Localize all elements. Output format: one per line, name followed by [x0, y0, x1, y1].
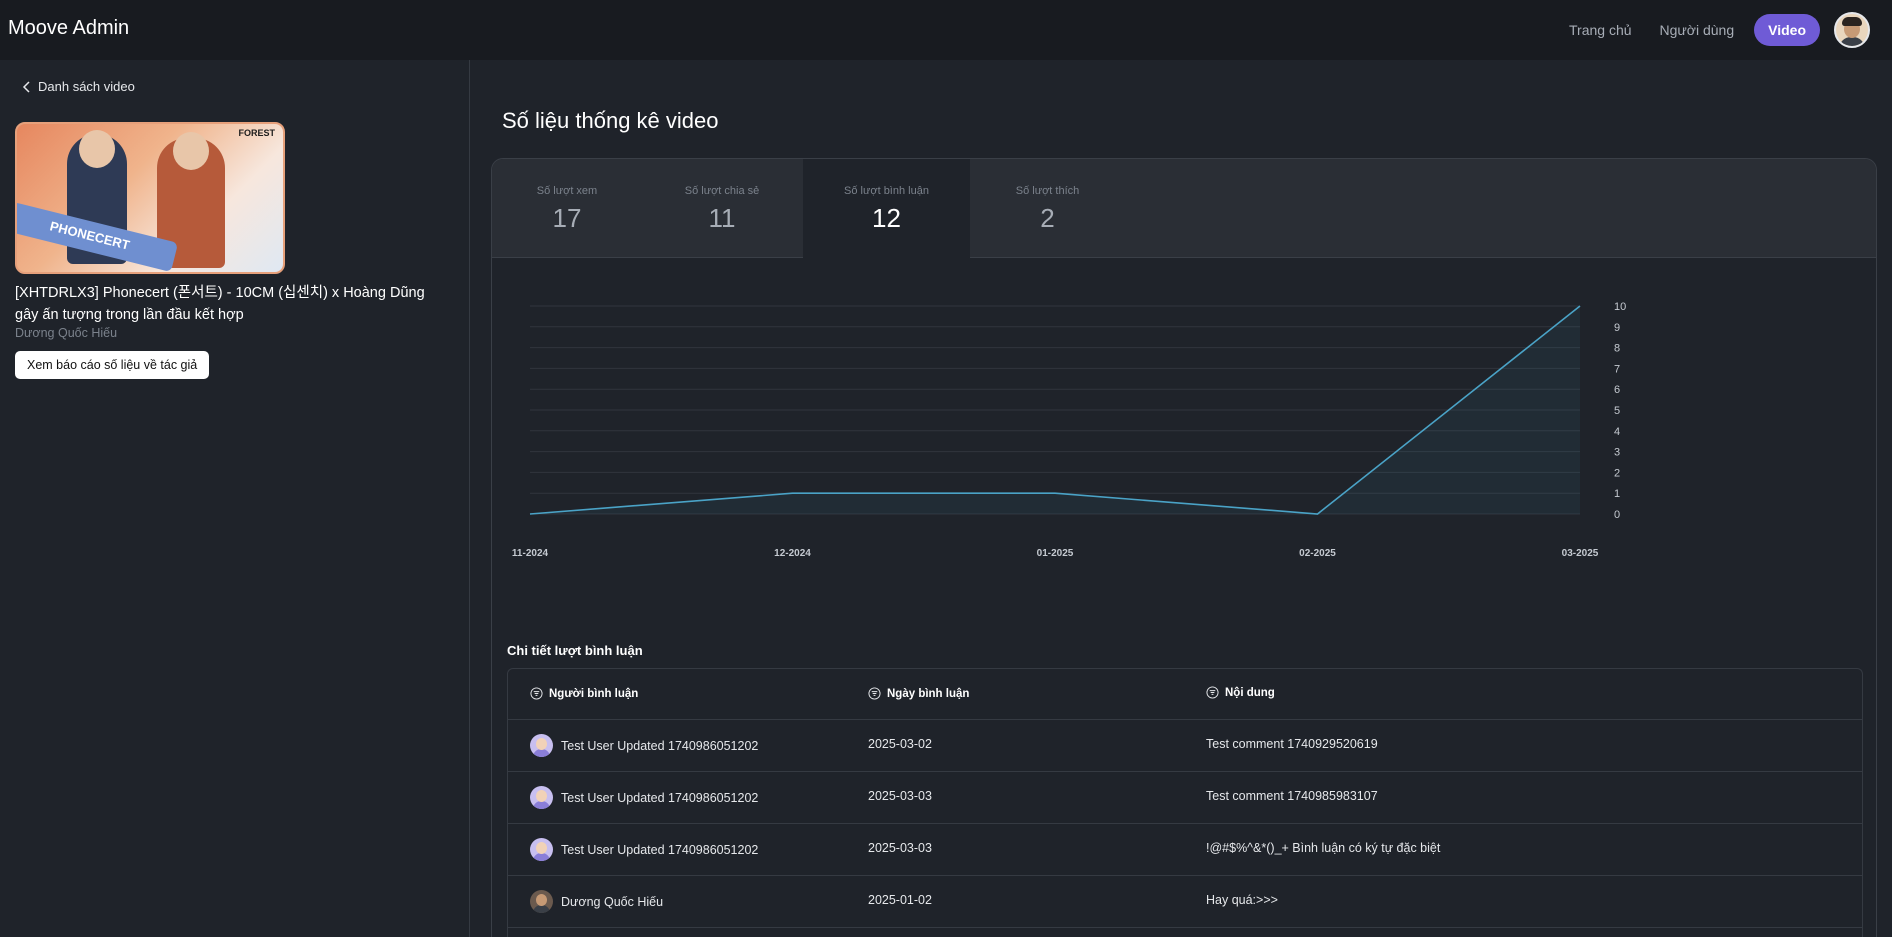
tab-views-label: Số lượt xem [536, 185, 598, 197]
stats-card: Số lượt xem 17 Số lượt chia sẻ 11 Số lượ… [491, 158, 1877, 937]
author-report-button[interactable]: Xem báo cáo số liệu về tác giả [15, 351, 210, 379]
y-tick-label: 4 [1614, 426, 1620, 438]
col-commenter-label: Người bình luận [549, 687, 639, 700]
comment-content: !@#$%^&*()_+ Bình luận có ký tự đặc biệt [1206, 841, 1441, 855]
table-row[interactable] [508, 928, 1862, 937]
commenter-name: Test User Updated 1740986051202 [561, 738, 759, 753]
y-tick-label: 3 [1614, 447, 1620, 459]
stats-tabs: Số lượt xem 17 Số lượt chia sẻ 11 Số lượ… [492, 159, 1876, 258]
commenter-cell: Test User Updated 1740986051202 [530, 838, 758, 861]
comment-date: 2025-03-03 [868, 841, 932, 855]
chevron-left-icon [22, 80, 30, 93]
video-author: Dương Quốc Hiếu [15, 326, 118, 340]
filter-icon[interactable] [868, 687, 881, 700]
nav-home[interactable]: Trang chủ [1555, 14, 1646, 46]
nav-video[interactable]: Video [1754, 14, 1820, 46]
tab-shares-label: Số lượt chia sẻ [684, 185, 760, 197]
tab-comments-value: 12 [872, 203, 901, 233]
tab-comments-label: Số lượt bình luận [844, 185, 929, 197]
back-to-video-list[interactable]: Danh sách video [22, 79, 135, 94]
commenter-name: Test User Updated 1740986051202 [561, 790, 759, 805]
top-nav: Trang chủ Người dùng Video [1555, 12, 1870, 48]
col-date[interactable]: Ngày bình luận [868, 687, 969, 700]
commenter-avatar [530, 890, 553, 913]
tab-likes-label: Số lượt thích [1015, 185, 1080, 197]
comment-content: Hay quá:>>> [1206, 893, 1278, 907]
x-tick-label: 01-2025 [1037, 548, 1074, 559]
tab-likes[interactable]: Số lượt thích 2 [970, 159, 1125, 258]
comments-chart: 0 1 2 3 4 5 6 7 8 9 10 11-2024 12-2024 01-2025 02-2025… [512, 301, 1626, 559]
tab-shares[interactable]: Số lượt chia sẻ 11 [642, 159, 802, 258]
comment-content: Test comment 1740929520619 [1206, 737, 1378, 751]
tab-views-value: 17 [552, 203, 582, 233]
table-header: Người bình luận Ngày bình luận Nội dung [508, 669, 1862, 720]
page-title: Số liệu thống kê video [502, 108, 719, 133]
sidebar: Danh sách video PHONECERT FOREST [XHTDRL… [0, 60, 469, 937]
user-avatar[interactable] [1834, 12, 1870, 48]
table-row[interactable]: Test User Updated 1740986051202 2025-03-… [508, 824, 1862, 876]
top-header: Moove Admin Trang chủ Người dùng Video [0, 0, 1892, 60]
comment-content: Test comment 1740985983107 [1206, 789, 1378, 803]
col-commenter[interactable]: Người bình luận [530, 687, 638, 700]
tab-shares-value: 11 [708, 203, 736, 233]
y-tick-label: 7 [1614, 363, 1620, 375]
table-row[interactable]: Test User Updated 1740986051202 2025-03-… [508, 772, 1862, 824]
commenter-cell: Test User Updated 1740986051202 [530, 734, 758, 757]
comment-date: 2025-03-02 [868, 737, 932, 751]
sidebar-divider [469, 60, 470, 937]
table-row[interactable]: Dương Quốc Hiếu 2025-01-02 Hay quá:>>> [508, 876, 1862, 928]
back-link-label: Danh sách video [38, 79, 135, 94]
commenter-name: Test User Updated 1740986051202 [561, 842, 759, 857]
x-tick-label: 03-2025 [1562, 548, 1599, 559]
y-tick-label: 5 [1614, 405, 1620, 417]
y-tick-label: 1 [1614, 488, 1620, 500]
y-tick-label: 2 [1614, 467, 1620, 479]
filter-icon[interactable] [1206, 686, 1219, 699]
y-tick-label: 6 [1614, 384, 1620, 396]
commenter-avatar [530, 734, 553, 757]
commenter-avatar [530, 786, 553, 809]
comment-date: 2025-01-02 [868, 893, 932, 907]
video-thumbnail[interactable]: PHONECERT FOREST [15, 122, 285, 274]
col-content[interactable]: Nội dung [1206, 686, 1275, 699]
y-tick-label: 9 [1614, 322, 1620, 334]
video-title: [XHTDRLX3] Phonecert (폰서트) - 10CM (십센치) … [15, 285, 425, 323]
col-date-label: Ngày bình luận [887, 687, 970, 700]
tab-views[interactable]: Số lượt xem 17 [492, 159, 642, 258]
y-tick-label: 0 [1614, 509, 1620, 521]
commenter-name: Dương Quốc Hiếu [561, 894, 664, 909]
commenter-avatar [530, 838, 553, 861]
commenter-cell: Dương Quốc Hiếu [530, 890, 663, 913]
x-tick-label: 02-2025 [1299, 548, 1336, 559]
commenter-cell: Test User Updated 1740986051202 [530, 786, 758, 809]
thumbnail-logo: FOREST [238, 128, 275, 138]
nav-users[interactable]: Người dùng [1646, 14, 1749, 46]
x-tick-label: 11-2024 [512, 548, 549, 559]
table-row[interactable]: Test User Updated 1740986051202 2025-03-… [508, 720, 1862, 772]
tab-comments[interactable]: Số lượt bình luận 12 [803, 159, 970, 258]
filter-icon[interactable] [530, 687, 543, 700]
x-tick-label: 12-2024 [774, 548, 811, 559]
comments-section-title: Chi tiết lượt bình luận [507, 643, 643, 658]
brand-logo[interactable]: Moove Admin [8, 17, 129, 40]
y-tick-label: 8 [1614, 343, 1620, 355]
comments-table: Người bình luận Ngày bình luận Nội dung … [507, 668, 1863, 937]
col-content-label: Nội dung [1225, 686, 1275, 699]
tab-likes-value: 2 [1040, 203, 1055, 233]
comment-date: 2025-03-03 [868, 789, 932, 803]
y-tick-label: 10 [1614, 301, 1626, 313]
